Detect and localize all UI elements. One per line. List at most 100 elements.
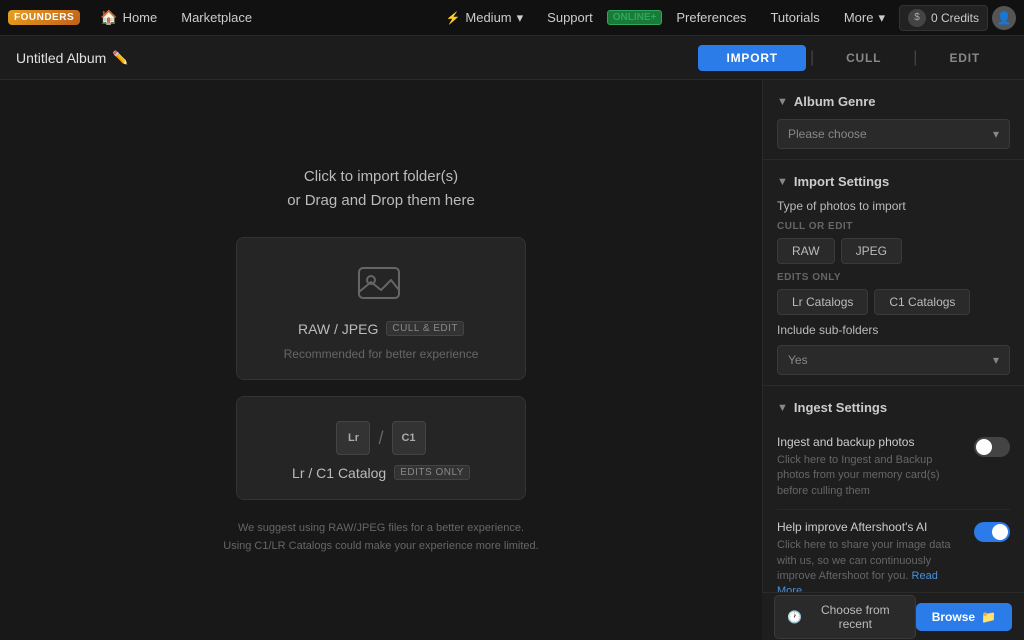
jpeg-toggle-btn[interactable]: JPEG <box>841 238 902 264</box>
top-nav: FOUNDERS 🏠 Home Marketplace ⚡ Medium ▾ S… <box>0 0 1024 36</box>
raw-jpeg-sub: Recommended for better experience <box>284 347 479 361</box>
type-label: Type of photos to import <box>777 199 1010 213</box>
ingest-backup-toggle[interactable] <box>974 437 1010 457</box>
tab-import[interactable]: IMPORT <box>698 45 805 71</box>
album-genre-section: ▼ Album Genre Please choose ▾ <box>763 80 1024 160</box>
bottom-hint: We suggest using RAW/JPEG files for a be… <box>223 520 538 555</box>
credits-label: 0 Credits <box>931 11 979 25</box>
nav-more-label: More <box>844 10 874 25</box>
raw-jpeg-toggle-group: RAW JPEG <box>777 238 1010 264</box>
nav-home-label: Home <box>123 10 158 25</box>
clock-icon: 🕐 <box>787 610 802 624</box>
drop-line1: Click to import folder(s) <box>287 165 475 189</box>
ingest-chevron-icon[interactable]: ▼ <box>777 402 788 414</box>
album-title-group: Untitled Album ✏️ <box>16 50 128 66</box>
sub-folders-select[interactable]: Yes ▾ <box>777 345 1010 375</box>
app-logo: FOUNDERS <box>8 10 80 25</box>
nav-speed-label: Medium <box>465 10 511 25</box>
raw-jpeg-text: RAW / JPEG <box>298 321 378 337</box>
sub-folders-chevron-icon: ▾ <box>993 353 999 367</box>
nav-preferences[interactable]: Preferences <box>666 6 756 29</box>
album-genre-header: ▼ Album Genre <box>777 94 1010 109</box>
speed-chevron-icon: ▾ <box>517 10 524 26</box>
credits-circle-icon: $ <box>908 9 926 27</box>
credits-button[interactable]: $ 0 Credits <box>899 5 988 31</box>
nav-tutorials-label: Tutorials <box>770 10 819 25</box>
main-layout: Click to import folder(s) or Drag and Dr… <box>0 80 1024 640</box>
online-badge: ONLINE+ <box>607 10 663 25</box>
toggle-thumb-off <box>976 439 992 455</box>
genre-placeholder: Please choose <box>788 127 867 141</box>
ingest-backup-info: Ingest and backup photos Click here to I… <box>777 435 974 499</box>
raw-toggle-btn[interactable]: RAW <box>777 238 835 264</box>
catalogs-toggle-group: Lr Catalogs C1 Catalogs <box>777 289 1010 315</box>
ingest-backup-row: Ingest and backup photos Click here to I… <box>777 425 1010 510</box>
album-title-text: Untitled Album <box>16 50 106 66</box>
toggle-thumb-on <box>992 524 1008 540</box>
edit-album-icon[interactable]: ✏️ <box>112 50 128 66</box>
tab-divider-2: | <box>909 45 921 71</box>
hint-line2: Using C1/LR Catalogs could make your exp… <box>223 538 538 556</box>
secondary-bar: Untitled Album ✏️ IMPORT | CULL | EDIT <box>0 36 1024 80</box>
raw-jpeg-label: RAW / JPEG CULL & EDIT <box>298 321 464 337</box>
lr-c1-card[interactable]: Lr / C1 Lr / C1 Catalog EDITS ONLY <box>236 396 526 500</box>
nav-preferences-label: Preferences <box>676 10 746 25</box>
ai-improve-title: Help improve Aftershoot's AI <box>777 520 964 534</box>
tab-edit[interactable]: EDIT <box>921 45 1008 71</box>
workflow-tabs: IMPORT | CULL | EDIT <box>698 45 1008 71</box>
choose-recent-label: Choose from recent <box>808 603 903 631</box>
cull-edit-badge: CULL & EDIT <box>386 321 464 336</box>
c1-catalogs-btn[interactable]: C1 Catalogs <box>874 289 970 315</box>
c1-box: C1 <box>392 421 426 455</box>
nav-tutorials[interactable]: Tutorials <box>760 6 829 29</box>
image-icon <box>357 262 405 311</box>
edits-only-label: EDITS ONLY <box>777 272 1010 283</box>
more-chevron-icon: ▾ <box>878 10 885 26</box>
ingest-settings-section: ▼ Ingest Settings Ingest and backup phot… <box>763 386 1024 621</box>
choose-recent-button[interactable]: 🕐 Choose from recent <box>774 595 916 639</box>
cull-edit-label: CULL OR EDIT <box>777 221 1010 232</box>
ingest-backup-title: Ingest and backup photos <box>777 435 964 449</box>
lr-c1-label: Lr / C1 Catalog EDITS ONLY <box>292 465 470 481</box>
sub-folders-label: Include sub-folders <box>777 323 1010 337</box>
lr-c1-text: Lr / C1 Catalog <box>292 465 386 481</box>
import-chevron-icon[interactable]: ▼ <box>777 176 788 188</box>
ai-improve-toggle[interactable] <box>974 522 1010 542</box>
genre-select[interactable]: Please choose ▾ <box>777 119 1010 149</box>
genre-chevron-icon[interactable]: ▼ <box>777 96 788 108</box>
sub-folders-value: Yes <box>788 353 808 367</box>
browse-label: Browse <box>932 610 975 624</box>
import-settings-header: ▼ Import Settings <box>777 174 1010 189</box>
tab-cull[interactable]: CULL <box>818 45 909 71</box>
tab-divider-1: | <box>806 45 818 71</box>
nav-speed[interactable]: ⚡ Medium ▾ <box>435 6 533 30</box>
genre-chevron-down-icon: ▾ <box>993 127 999 141</box>
home-icon: 🏠 <box>100 9 117 26</box>
folder-icon: 📁 <box>981 610 996 624</box>
drop-instruction: Click to import folder(s) or Drag and Dr… <box>287 165 475 213</box>
raw-jpeg-card[interactable]: RAW / JPEG CULL & EDIT Recommended for b… <box>236 237 526 380</box>
nav-support[interactable]: Support <box>537 6 603 29</box>
right-panel: ▼ Album Genre Please choose ▾ ▼ Import S… <box>762 80 1024 640</box>
nav-marketplace[interactable]: Marketplace <box>171 6 262 29</box>
avatar[interactable]: 👤 <box>992 6 1016 30</box>
ingest-settings-title: Ingest Settings <box>794 400 887 415</box>
nav-support-label: Support <box>547 10 593 25</box>
lr-catalogs-btn[interactable]: Lr Catalogs <box>777 289 868 315</box>
nav-marketplace-label: Marketplace <box>181 10 252 25</box>
nav-home[interactable]: 🏠 Home <box>90 5 167 30</box>
lr-c1-icon: Lr / C1 <box>336 421 425 455</box>
drop-line2: or Drag and Drop them here <box>287 189 475 213</box>
browse-button[interactable]: Browse 📁 <box>916 603 1012 631</box>
ingest-backup-desc: Click here to Ingest and Backup photos f… <box>777 453 964 499</box>
import-settings-title: Import Settings <box>794 174 889 189</box>
ai-improve-desc: Click here to share your image data with… <box>777 538 964 600</box>
ai-improve-info: Help improve Aftershoot's AI Click here … <box>777 520 974 600</box>
import-settings-section: ▼ Import Settings Type of photos to impo… <box>763 160 1024 386</box>
album-genre-title: Album Genre <box>794 94 876 109</box>
center-content: Click to import folder(s) or Drag and Dr… <box>0 80 762 640</box>
ingest-settings-header: ▼ Ingest Settings <box>777 400 1010 415</box>
bottom-bar: 🕐 Choose from recent Browse 📁 <box>762 592 1024 640</box>
hint-line1: We suggest using RAW/JPEG files for a be… <box>223 520 538 538</box>
nav-more[interactable]: More ▾ <box>834 6 895 30</box>
